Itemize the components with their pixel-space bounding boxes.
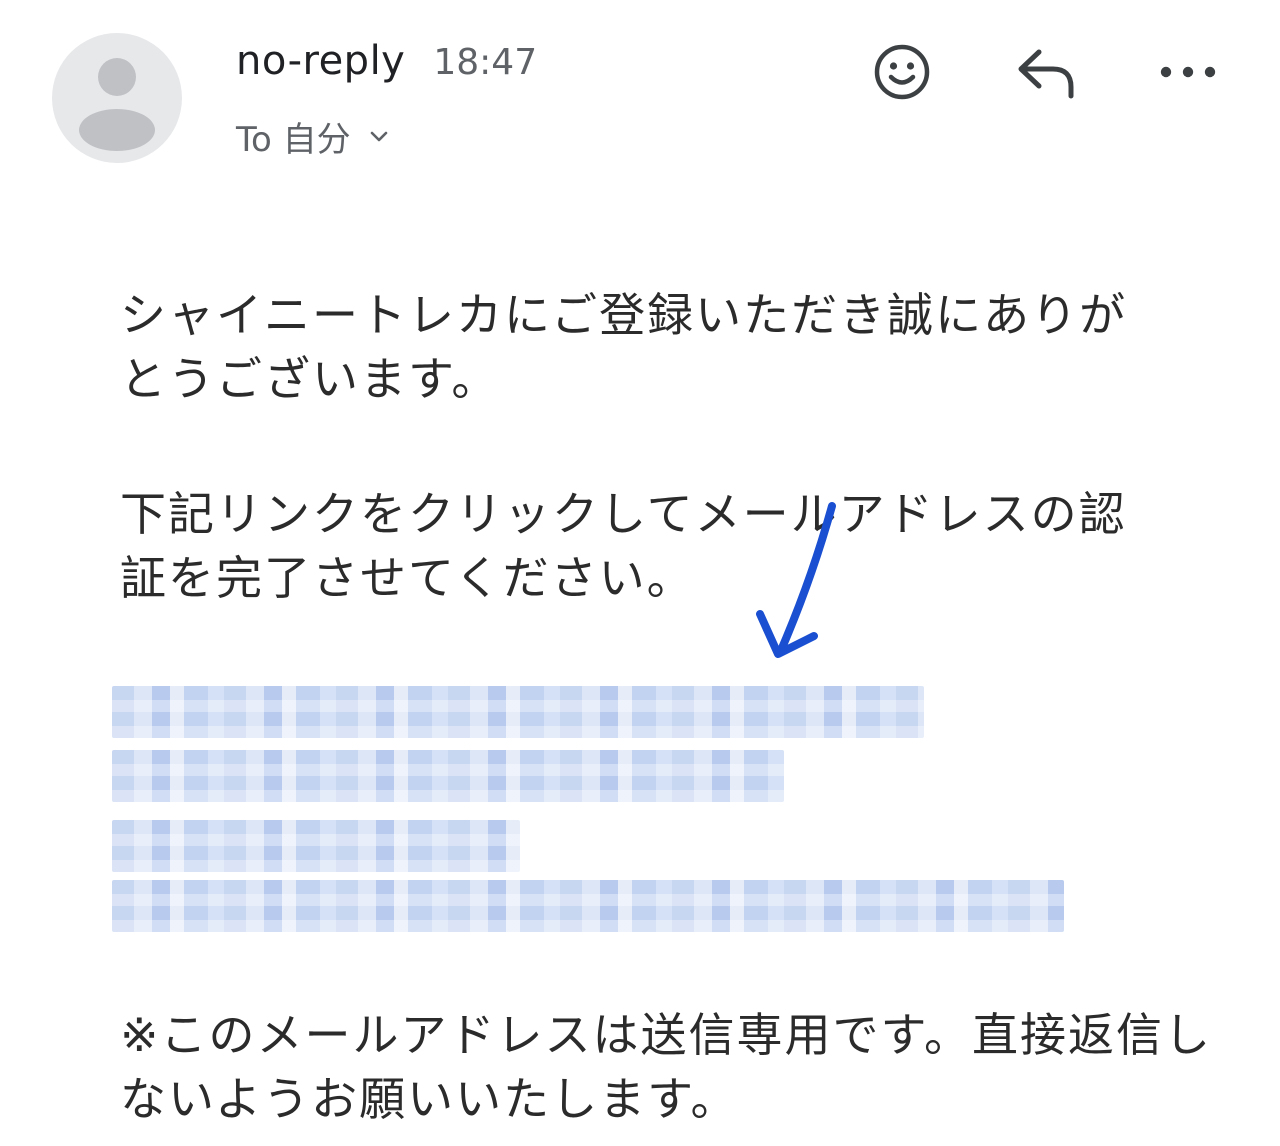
email-view: no-reply 18:47 To 自分 シャイニートレカにご登録いただき誠にあ…	[0, 0, 1280, 1146]
redacted-link-line	[112, 750, 784, 802]
recipient-label: To 自分	[236, 119, 351, 160]
arrow-icon	[756, 502, 836, 658]
sender-line: no-reply 18:47	[236, 38, 537, 88]
reply-button[interactable]	[1013, 40, 1077, 104]
more-options-button[interactable]	[1156, 40, 1220, 104]
sender-avatar[interactable]	[52, 33, 182, 163]
redacted-link-line	[112, 820, 520, 872]
chevron-down-icon	[367, 124, 391, 148]
sender-name[interactable]: no-reply	[236, 38, 405, 84]
message-paragraph-instruction: 下記リンクをクリックしてメールアドレスの認証を完了させてください。	[120, 487, 1127, 605]
message-paragraph-notice: ※このメールアドレスは送信専用です。直接返信しないようお願いいたします。	[120, 1008, 1212, 1126]
recipient-toggle[interactable]: To 自分	[236, 112, 391, 160]
redacted-link-line	[112, 880, 1064, 932]
message-time: 18:47	[433, 42, 538, 83]
smiley-icon	[874, 44, 930, 100]
verification-link-redacted[interactable]	[112, 682, 1072, 942]
person-icon	[79, 58, 155, 151]
more-horizontal-icon	[1160, 66, 1216, 78]
emoji-reaction-button[interactable]	[870, 40, 934, 104]
reply-icon	[1018, 49, 1074, 99]
redacted-link-line	[112, 686, 924, 738]
message-paragraph-thanks: シャイニートレカにご登録いただき誠にありがとうございます。	[120, 288, 1128, 406]
